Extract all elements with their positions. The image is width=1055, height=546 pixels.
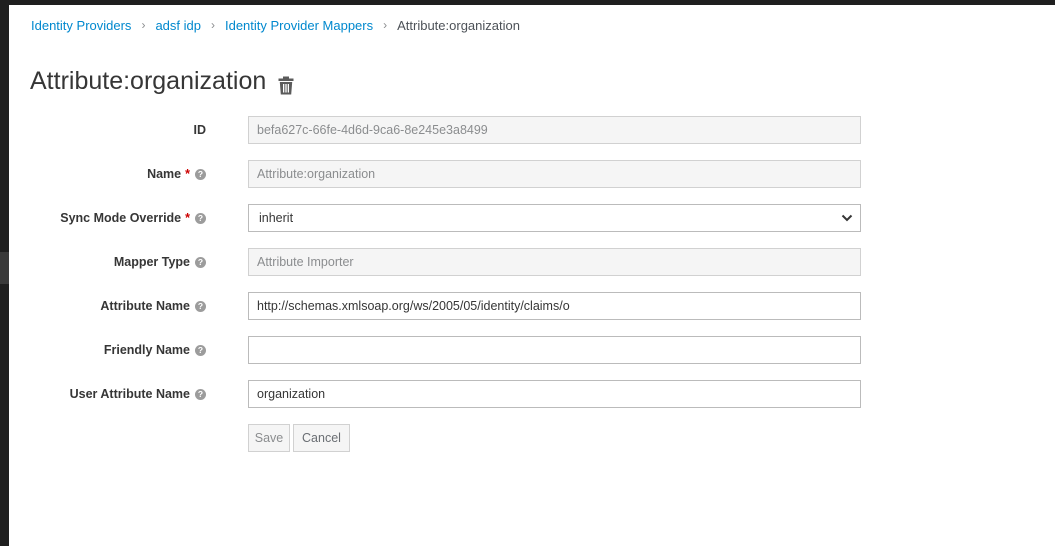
- required-mark: *: [185, 211, 190, 225]
- required-mark: *: [185, 167, 190, 181]
- mapper-type-field[interactable]: [248, 248, 861, 276]
- trash-icon[interactable]: [278, 73, 294, 94]
- cancel-button[interactable]: Cancel: [293, 424, 350, 452]
- name-label-text: Name: [147, 167, 182, 181]
- id-label-text: ID: [193, 123, 207, 137]
- sync-mode-selected-value: inherit: [259, 211, 294, 225]
- help-icon[interactable]: ?: [195, 388, 206, 400]
- sync-mode-label: Sync Mode Override * ?: [60, 204, 206, 232]
- breadcrumb-identity-provider-mappers[interactable]: Identity Provider Mappers: [225, 18, 373, 33]
- form-row-friendly-name: Friendly Name ?: [0, 336, 1055, 364]
- help-icon[interactable]: ?: [195, 344, 206, 356]
- breadcrumb-separator: ›: [141, 18, 146, 32]
- help-icon[interactable]: ?: [195, 168, 206, 180]
- id-field[interactable]: [248, 116, 861, 144]
- form-row-attribute-name: Attribute Name ?: [0, 292, 1055, 320]
- form-row-name: Name * ?: [0, 160, 1055, 188]
- breadcrumb-identity-providers[interactable]: Identity Providers: [31, 18, 131, 33]
- name-label: Name * ?: [147, 160, 206, 188]
- user-attribute-name-label: User Attribute Name ?: [70, 380, 206, 408]
- help-icon[interactable]: ?: [195, 300, 206, 312]
- breadcrumb-separator: ›: [383, 18, 388, 32]
- mapper-type-label: Mapper Type ?: [114, 248, 206, 276]
- id-label: ID: [194, 116, 207, 144]
- page-title-container: Attribute:organization: [30, 64, 294, 98]
- window-top-edge: [0, 0, 1055, 5]
- friendly-name-input[interactable]: [248, 336, 861, 364]
- save-button[interactable]: Save: [248, 424, 290, 452]
- attribute-name-label: Attribute Name ?: [100, 292, 206, 320]
- form-row-sync-mode: Sync Mode Override * ? inherit: [0, 204, 1055, 232]
- user-attribute-name-input[interactable]: [248, 380, 861, 408]
- attribute-name-input[interactable]: [248, 292, 861, 320]
- breadcrumb-current: Attribute:organization: [397, 17, 520, 33]
- sync-mode-select[interactable]: inherit: [248, 204, 861, 232]
- friendly-name-label-text: Friendly Name: [103, 343, 190, 357]
- breadcrumb: Identity Providers › adsf idp › Identity…: [31, 16, 520, 34]
- chevron-down-icon: [841, 214, 853, 222]
- form-row-mapper-type: Mapper Type ?: [0, 248, 1055, 276]
- user-attribute-name-label-text: User Attribute Name: [69, 387, 190, 401]
- sync-mode-label-text: Sync Mode Override: [60, 211, 182, 225]
- mapper-type-label-text: Mapper Type: [113, 255, 190, 269]
- attribute-name-label-text: Attribute Name: [100, 299, 190, 313]
- help-icon[interactable]: ?: [195, 256, 206, 268]
- breadcrumb-separator: ›: [210, 18, 215, 32]
- help-icon[interactable]: ?: [195, 212, 206, 224]
- name-field[interactable]: [248, 160, 861, 188]
- form-row-id: ID: [0, 116, 1055, 144]
- friendly-name-label: Friendly Name ?: [104, 336, 206, 364]
- page-title: Attribute:organization: [30, 66, 267, 95]
- breadcrumb-idp[interactable]: adsf idp: [155, 18, 201, 33]
- form-row-user-attribute-name: User Attribute Name ?: [0, 380, 1055, 408]
